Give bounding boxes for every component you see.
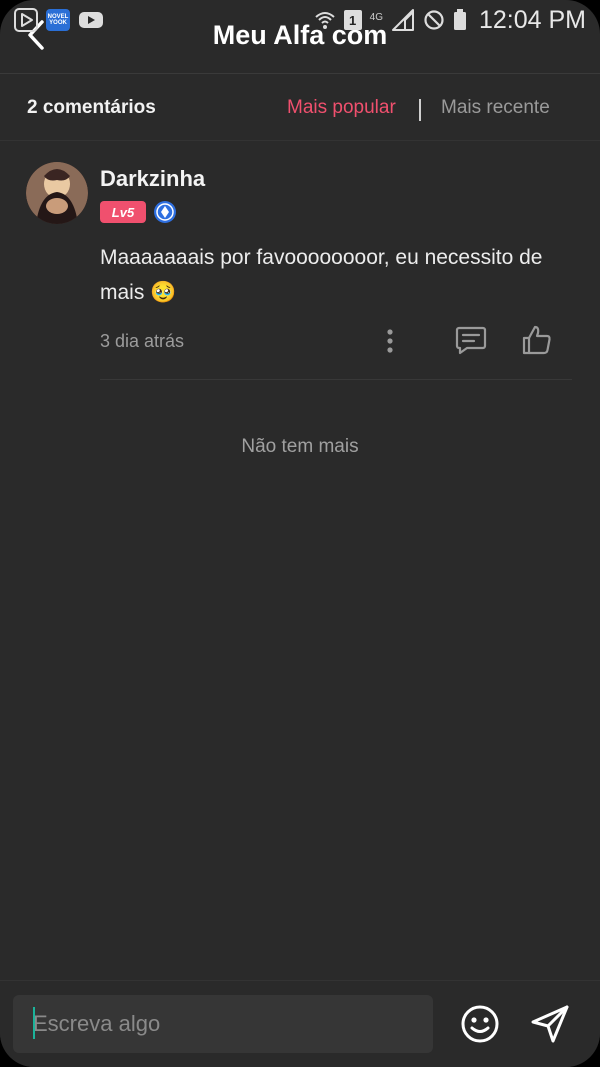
comments-sort-bar: 2 comentários Mais popular Mais recente bbox=[0, 75, 600, 141]
like-button[interactable] bbox=[521, 324, 553, 356]
wifi-icon bbox=[314, 9, 336, 31]
avatar[interactable] bbox=[26, 162, 88, 224]
more-options-button[interactable] bbox=[378, 328, 402, 354]
comment-composer bbox=[0, 980, 600, 1067]
send-icon bbox=[529, 1003, 571, 1045]
youtube-icon bbox=[78, 10, 104, 30]
no-more-label: Não tem mais bbox=[241, 436, 359, 457]
smiley-icon bbox=[459, 1003, 501, 1045]
network-type-label: 4G bbox=[369, 11, 383, 23]
comment-bubble-icon bbox=[455, 325, 487, 355]
status-bar: NOVEL YOOK 1 4G 12:04 PM bbox=[0, 0, 600, 40]
emoji-button[interactable] bbox=[459, 1003, 501, 1045]
signal-icon bbox=[391, 8, 415, 32]
send-button[interactable] bbox=[529, 1003, 571, 1045]
comment-item: Darkzinha Lv5 Maaaaaaais por favoooooooo… bbox=[0, 142, 600, 380]
app-screen: Meu Alfa com NOVEL YOOK 1 4G 12:04 PM 2 … bbox=[0, 0, 600, 1067]
sort-recent-tab[interactable]: Mais recente bbox=[441, 97, 550, 119]
comment-time: 3 dia atrás bbox=[100, 331, 185, 351]
status-clock: 12:04 PM bbox=[478, 5, 586, 34]
sim-icon: 1 bbox=[343, 10, 362, 30]
comment-divider bbox=[100, 379, 572, 380]
thumbs-up-icon bbox=[521, 324, 553, 356]
sort-popular-tab[interactable]: Mais popular bbox=[287, 97, 396, 119]
level-badge: Lv5 bbox=[100, 201, 146, 223]
play-store-icon bbox=[14, 8, 38, 32]
dnd-icon bbox=[423, 9, 445, 31]
text-caret bbox=[33, 1007, 35, 1039]
medal-icon bbox=[153, 200, 177, 224]
sort-divider bbox=[419, 99, 421, 121]
comment-count: 2 comentários bbox=[27, 97, 156, 118]
comment-input[interactable] bbox=[13, 995, 433, 1053]
reply-button[interactable] bbox=[455, 325, 487, 355]
comment-text: Maaaaaaais por favoooooooor, eu necessit… bbox=[100, 246, 543, 304]
more-vertical-icon bbox=[378, 328, 402, 354]
comment-username[interactable]: Darkzinha bbox=[100, 166, 205, 192]
novel-app-icon: NOVEL YOOK bbox=[46, 9, 70, 31]
battery-icon bbox=[453, 9, 467, 31]
